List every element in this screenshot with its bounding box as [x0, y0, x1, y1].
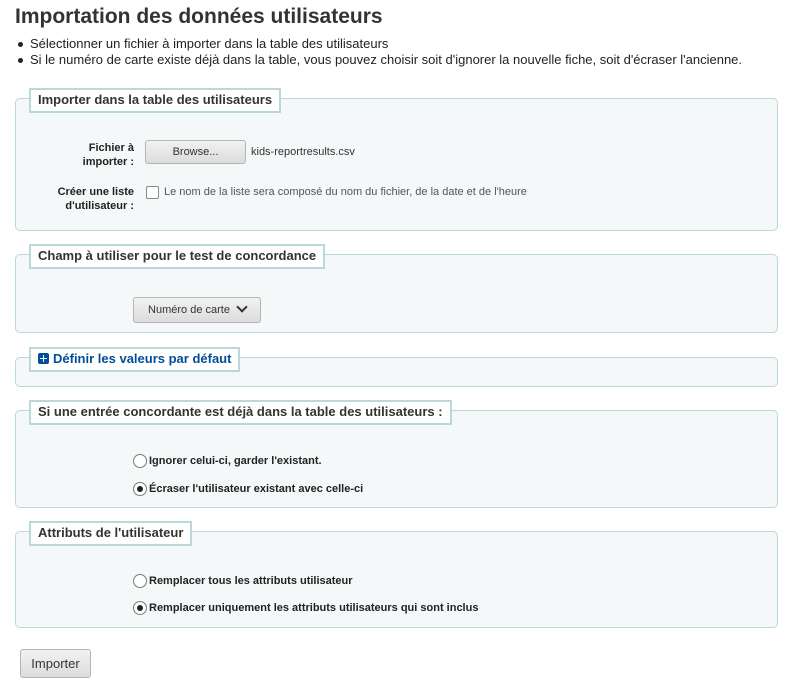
page-title: Importation des données utilisateurs: [15, 5, 383, 28]
help-item: Sélectionner un fichier à importer dans …: [15, 36, 742, 52]
match-field-select[interactable]: Numéro de carte: [133, 297, 261, 323]
attributes-legend: Attributs de l'utilisateur: [29, 521, 193, 546]
create-list-label: Créer une liste d'utilisateur :: [57, 186, 134, 212]
replace-included-radio-label: Remplacer uniquement les attributs utili…: [149, 602, 479, 614]
match-legend: Champ à utiliser pour le test de concord…: [29, 244, 326, 269]
help-item: Si le numéro de carte existe déjà dans l…: [15, 52, 742, 68]
chevron-down-icon: [236, 301, 248, 313]
defaults-toggle[interactable]: Définir les valeurs par défaut: [29, 347, 241, 372]
existing-entry-fieldset: Si une entrée concordante est déjà dans …: [15, 400, 778, 508]
overwrite-radio-label: Écraser l'utilisateur existant avec cell…: [149, 483, 364, 495]
create-list-hint: Le nom de la liste sera composé du nom d…: [164, 186, 527, 198]
import-submit-button[interactable]: Importer: [20, 649, 91, 678]
help-list: Sélectionner un fichier à importer dans …: [15, 36, 742, 68]
import-legend: Importer dans la table des utilisateurs: [29, 88, 282, 113]
import-patrons-page: Importation des données utilisateurs Sél…: [0, 0, 795, 682]
file-name: kids-reportresults.csv: [251, 146, 355, 158]
replace-all-radio[interactable]: [133, 574, 147, 588]
attributes-fieldset: Attributs de l'utilisateur Remplacer tou…: [15, 521, 778, 628]
ignore-radio[interactable]: [133, 454, 147, 468]
defaults-legend-label: Définir les valeurs par défaut: [53, 351, 232, 366]
match-fieldset: Champ à utiliser pour le test de concord…: [15, 244, 778, 333]
overwrite-radio[interactable]: [133, 482, 147, 496]
replace-all-radio-label: Remplacer tous les attributs utilisateur: [149, 575, 353, 587]
import-fieldset: Importer dans la table des utilisateurs …: [15, 88, 778, 231]
replace-included-radio[interactable]: [133, 601, 147, 615]
file-label: Fichier à importer :: [82, 142, 134, 168]
defaults-fieldset: Définir les valeurs par défaut: [15, 347, 778, 387]
create-list-checkbox[interactable]: [146, 186, 159, 199]
existing-entry-legend: Si une entrée concordante est déjà dans …: [29, 400, 452, 425]
ignore-radio-label: Ignorer celui-ci, garder l'existant.: [149, 455, 322, 467]
browse-button[interactable]: Browse...: [145, 140, 246, 164]
plus-square-icon: [38, 353, 49, 364]
match-field-value: Numéro de carte: [148, 304, 230, 316]
